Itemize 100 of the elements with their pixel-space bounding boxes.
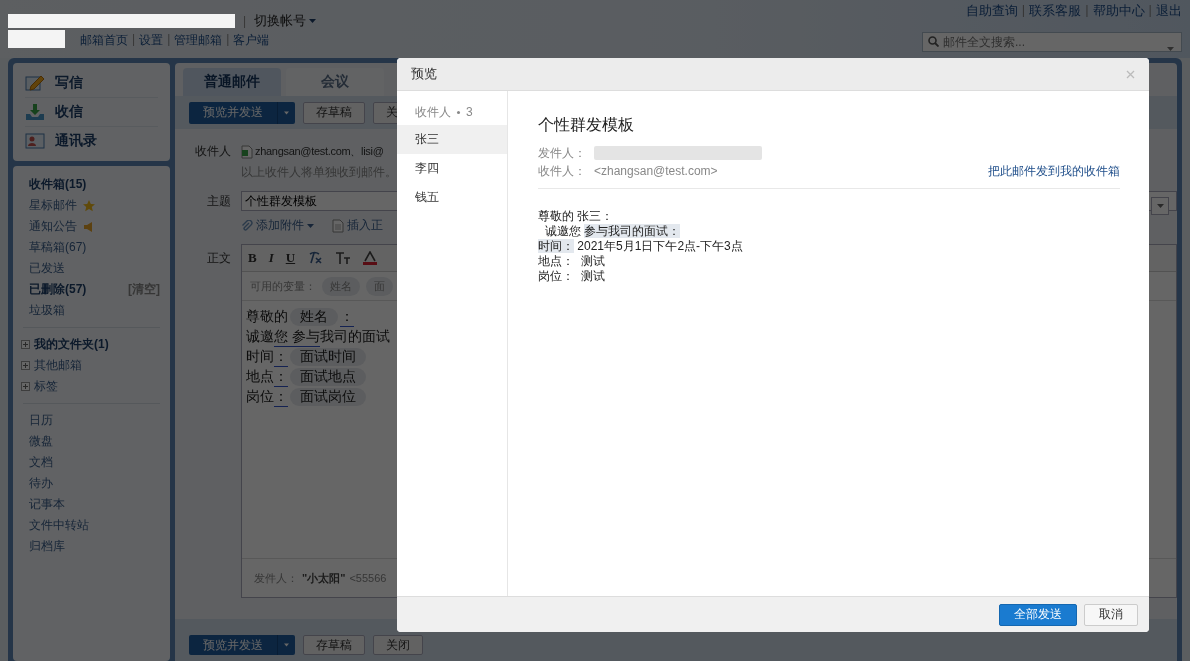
format-button[interactable]: B [248, 250, 257, 266]
separator: | [132, 32, 136, 48]
caret-icon [284, 643, 289, 647]
top-link[interactable]: 退出 [1156, 2, 1182, 20]
preview-send-button[interactable]: 预览并发送 [189, 101, 277, 124]
variable-chip: 面试时间 [290, 348, 366, 366]
variable-chip: 面试地点 [290, 368, 366, 386]
mail-body-line: 地点： 测试 [538, 254, 606, 269]
separator: | [1085, 2, 1089, 19]
field-label: 正文 [206, 250, 231, 267]
tool-item[interactable]: 归档库 [29, 538, 65, 555]
body-text: 尊敬的 [246, 308, 288, 326]
close-icon[interactable] [1126, 69, 1135, 79]
tool-item[interactable]: 待办 [29, 475, 53, 492]
recipient-item[interactable]: 张三 [397, 125, 507, 154]
body-text: ： [274, 367, 288, 387]
font-size-icon[interactable] [335, 251, 352, 265]
separator: | [167, 32, 171, 48]
compose-tab[interactable]: 普通邮件 [183, 68, 281, 96]
separator: | [1021, 2, 1026, 19]
folder-group[interactable]: 我的文件夹(1) [34, 336, 109, 353]
nav-link[interactable]: 管理邮箱 [174, 32, 223, 49]
tool-item[interactable]: 日历 [29, 412, 53, 429]
tool-item[interactable]: 文件中转站 [29, 517, 89, 534]
separator: | [243, 14, 247, 28]
separator: | [1148, 2, 1152, 19]
tool-item[interactable]: 微盘 [29, 433, 53, 450]
sidebar-action[interactable]: 通讯录 [25, 127, 158, 155]
star-icon [83, 199, 95, 212]
contact-card-icon [25, 132, 45, 150]
folder-item[interactable]: 已删除(57) [29, 281, 87, 298]
caret-icon [284, 110, 289, 115]
tool-item[interactable]: 文档 [29, 454, 53, 471]
dropdown-button[interactable] [1151, 197, 1169, 215]
recipients-heading: 收件人 [415, 103, 451, 121]
folder-group[interactable]: 标签 [34, 378, 58, 395]
toolbar-button[interactable]: 存草稿 [303, 635, 365, 655]
top-link[interactable]: 帮助中心 [1092, 2, 1145, 20]
mail-body-line: 时间： 2021年5月1日下午2点-下午3点 [538, 239, 744, 254]
to-address: <zhangsan@test.com> [594, 164, 718, 178]
send-options-button[interactable] [277, 101, 295, 124]
tool-item[interactable]: 记事本 [29, 496, 65, 513]
folder-item[interactable]: 通知公告 [29, 218, 77, 235]
nav-link[interactable]: 客户端 [233, 32, 270, 49]
sidebar-action[interactable]: 写信 [25, 69, 158, 98]
format-button[interactable]: I [268, 250, 274, 266]
toolbar-button[interactable]: 关闭 [373, 635, 423, 655]
body-text: 地点 [246, 368, 274, 386]
speaker-icon [83, 220, 95, 233]
send-to-inbox-link[interactable]: 把此邮件发到我的收件箱 [988, 162, 1120, 180]
to-label: 收件人： [538, 162, 586, 180]
document-icon [332, 218, 344, 233]
body-text: 岗位 [246, 388, 274, 406]
cancel-button[interactable]: 取消 [1084, 603, 1138, 626]
variable-chip: 面试岗位 [290, 388, 366, 406]
preview-send-button[interactable]: 预览并发送 [189, 635, 277, 655]
folder-item[interactable]: 收件箱(15) [29, 176, 87, 193]
mail-subject: 个性群发模板 [538, 115, 635, 135]
mail-body-line: 诚邀您 参与我司的面试： [543, 224, 682, 239]
nav-link[interactable]: 设置 [139, 32, 164, 49]
redacted-area [8, 30, 65, 48]
action-label: 通讯录 [55, 132, 97, 150]
font-color-icon[interactable] [363, 251, 378, 265]
separator: | [226, 32, 230, 48]
recipients-count: 3 [466, 105, 473, 119]
pencil-note-icon [25, 74, 45, 92]
folder-item[interactable]: 已发送 [29, 260, 65, 277]
folder-item[interactable]: 垃圾箱 [29, 302, 65, 319]
expand-icon[interactable] [21, 382, 30, 391]
caret-icon [1156, 204, 1164, 208]
expand-icon[interactable] [21, 361, 30, 370]
nav-link[interactable]: 邮箱首页 [80, 32, 128, 49]
recipient-item[interactable]: 钱五 [397, 183, 507, 212]
expand-icon[interactable] [21, 340, 30, 349]
folder-item[interactable]: 星标邮件 [29, 197, 77, 214]
top-link[interactable]: 自助查询 [965, 2, 1018, 20]
folder-group[interactable]: 其他邮箱 [34, 357, 82, 374]
send-options-button[interactable] [277, 635, 295, 655]
variable-chip: 姓名 [290, 308, 338, 326]
caret-icon [307, 223, 314, 228]
send-all-button[interactable]: 全部发送 [999, 603, 1077, 626]
insert-link[interactable]: 插入正 [332, 217, 383, 234]
dialog-title: 预览 [411, 65, 437, 83]
caret-icon [309, 19, 317, 23]
folder-item[interactable]: 草稿箱(67) [29, 239, 87, 256]
body-text: 我司的面试 [319, 328, 390, 346]
recipient-item[interactable]: 李四 [397, 154, 507, 183]
sidebar-action[interactable]: 收信 [25, 98, 158, 127]
bullet-icon [457, 110, 460, 114]
switch-account-link[interactable]: 切换帐号 [254, 12, 317, 30]
action-label: 收信 [55, 103, 83, 121]
add-attachment-link[interactable]: 添加附件 [241, 217, 314, 234]
toolbar-button[interactable]: 存草稿 [303, 101, 365, 124]
format-button[interactable]: U [285, 250, 296, 266]
body-text: 诚邀 [246, 328, 274, 346]
group-send-icon [241, 144, 253, 159]
clear-format-icon[interactable] [307, 251, 324, 265]
recipients-text: zhangsan@test.com、lisi@ [255, 144, 384, 159]
download-tray-icon [25, 103, 45, 121]
top-link[interactable]: 联系客服 [1029, 2, 1082, 20]
